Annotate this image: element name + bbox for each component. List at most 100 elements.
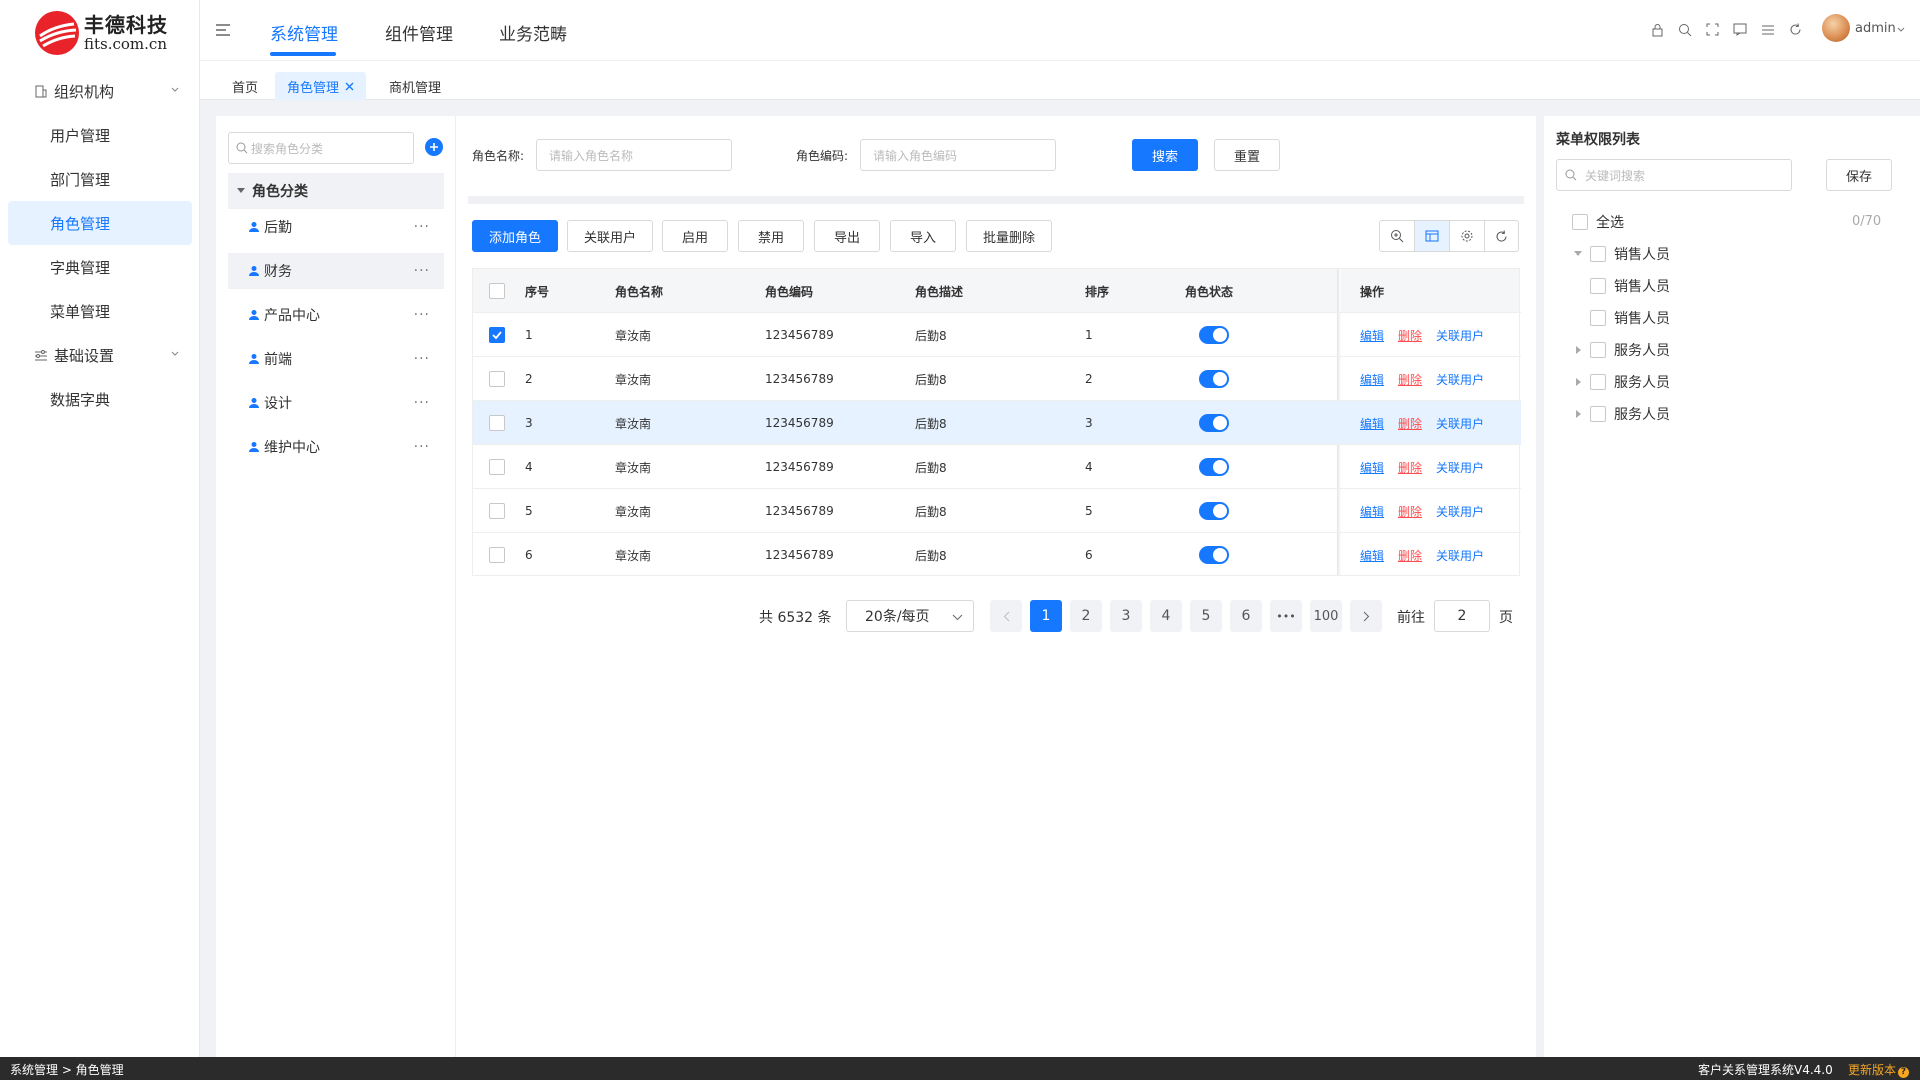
more-icon[interactable]: ··· (414, 219, 430, 235)
category-item[interactable]: 产品中心 ··· (228, 297, 444, 333)
delete-link[interactable]: 删除 (1398, 415, 1422, 432)
add-role-button[interactable]: 添加角色 (472, 220, 558, 252)
table-row[interactable]: 3 章汝南 123456789 后勤8 3 编辑 删除 关联用户 (473, 400, 1521, 444)
tree-node[interactable]: 服务人员 (1576, 372, 1670, 392)
disable-button[interactable]: 禁用 (738, 220, 804, 252)
select-all-checkbox[interactable] (489, 283, 505, 299)
reload-button[interactable] (1485, 221, 1518, 251)
add-category-icon[interactable] (425, 138, 443, 156)
tab-roles[interactable]: 角色管理 (275, 72, 367, 100)
link-users-link[interactable]: 关联用户 (1436, 459, 1484, 476)
page-button[interactable]: 4 (1150, 600, 1182, 632)
tree-checkbox[interactable] (1590, 406, 1606, 422)
tree-node[interactable]: 服务人员 (1576, 404, 1670, 424)
select-all-checkbox[interactable] (1572, 214, 1588, 230)
sidebar-item-users[interactable]: 用户管理 (8, 113, 192, 157)
page-button[interactable]: 6 (1230, 600, 1262, 632)
username[interactable]: admin (1855, 21, 1896, 36)
link-users-link[interactable]: 关联用户 (1436, 415, 1484, 432)
tree-checkbox[interactable] (1590, 374, 1606, 390)
row-checkbox[interactable] (489, 415, 505, 431)
tree-checkbox[interactable] (1590, 278, 1606, 294)
category-item[interactable]: 财务 ··· (228, 253, 444, 289)
close-icon[interactable] (345, 82, 354, 91)
delete-link[interactable]: 删除 (1398, 327, 1422, 344)
tab-opportunities[interactable]: 商机管理 (377, 72, 453, 100)
row-checkbox[interactable] (489, 547, 505, 563)
topnav-business[interactable]: 业务范畴 (499, 20, 567, 45)
column-settings-button[interactable] (1450, 221, 1485, 251)
status-toggle[interactable] (1199, 326, 1229, 344)
tree-node[interactable]: 服务人员 (1576, 340, 1670, 360)
category-item[interactable]: 维护中心 ··· (228, 429, 444, 465)
category-search-input[interactable]: 搜索角色分类 (228, 132, 414, 164)
sidebar-group-basic-settings[interactable]: 基础设置 (8, 333, 192, 377)
link-users-link[interactable]: 关联用户 (1436, 503, 1484, 520)
more-icon[interactable]: ··· (414, 395, 430, 411)
row-checkbox[interactable] (489, 327, 505, 343)
link-users-link[interactable]: 关联用户 (1436, 327, 1484, 344)
role-name-input[interactable]: 请输入角色名称 (536, 139, 732, 171)
delete-link[interactable]: 删除 (1398, 459, 1422, 476)
category-item[interactable]: 设计 ··· (228, 385, 444, 421)
edit-link[interactable]: 编辑 (1360, 547, 1384, 564)
edit-link[interactable]: 编辑 (1360, 415, 1384, 432)
page-button[interactable]: 1 (1030, 600, 1062, 632)
status-toggle[interactable] (1199, 414, 1229, 432)
search-button[interactable]: 搜索 (1132, 139, 1198, 171)
tab-home[interactable]: 首页 (220, 72, 270, 100)
settings-sliders-icon[interactable] (1761, 23, 1775, 36)
brand-logo[interactable]: 丰德科技 fits.com.cn (34, 10, 168, 56)
reset-button[interactable]: 重置 (1214, 139, 1280, 171)
tree-checkbox[interactable] (1590, 310, 1606, 326)
save-button[interactable]: 保存 (1826, 159, 1892, 191)
page-button[interactable]: 3 (1110, 600, 1142, 632)
sidebar-item-dictionary[interactable]: 字典管理 (8, 245, 192, 289)
tree-node[interactable]: 销售人员 (1590, 276, 1670, 296)
table-row[interactable]: 2 章汝南 123456789 后勤8 2 编辑 删除 关联用户 (473, 356, 1521, 400)
sidebar-group-org[interactable]: 组织机构 (8, 69, 192, 113)
page-ellipsis-button[interactable]: ••• (1270, 600, 1302, 632)
tree-checkbox[interactable] (1590, 342, 1606, 358)
page-button[interactable]: 5 (1190, 600, 1222, 632)
sidebar-item-departments[interactable]: 部门管理 (8, 157, 192, 201)
chevron-down-icon[interactable] (1897, 27, 1905, 33)
batch-delete-button[interactable]: 批量删除 (966, 220, 1052, 252)
message-icon[interactable] (1733, 23, 1747, 36)
category-root[interactable]: 角色分类 (228, 173, 444, 209)
more-icon[interactable]: ··· (414, 351, 430, 367)
topnav-system[interactable]: 系统管理 (270, 20, 338, 45)
fullscreen-icon[interactable] (1706, 23, 1719, 36)
search-icon[interactable] (1678, 23, 1692, 37)
prev-page-button[interactable] (990, 600, 1022, 632)
row-checkbox[interactable] (489, 371, 505, 387)
avatar[interactable] (1822, 14, 1850, 42)
table-layout-button[interactable] (1415, 221, 1450, 251)
table-row[interactable]: 6 章汝南 123456789 后勤8 6 编辑 删除 关联用户 (473, 532, 1521, 576)
next-page-button[interactable] (1350, 600, 1382, 632)
delete-link[interactable]: 删除 (1398, 371, 1422, 388)
import-button[interactable]: 导入 (890, 220, 956, 252)
page-size-select[interactable]: 20条/每页 (846, 600, 974, 632)
status-toggle[interactable] (1199, 370, 1229, 388)
sidebar-item-menus[interactable]: 菜单管理 (8, 289, 192, 333)
row-checkbox[interactable] (489, 459, 505, 475)
sidebar-item-data-dictionary[interactable]: 数据字典 (8, 377, 192, 421)
zoom-search-button[interactable] (1380, 221, 1415, 251)
more-icon[interactable]: ··· (414, 307, 430, 323)
tree-checkbox[interactable] (1590, 246, 1606, 262)
link-users-link[interactable]: 关联用户 (1436, 547, 1484, 564)
more-icon[interactable]: ··· (414, 263, 430, 279)
tree-node[interactable]: 销售人员 (1574, 244, 1670, 264)
table-row[interactable]: 1 章汝南 123456789 后勤8 1 编辑 删除 关联用户 (473, 312, 1521, 356)
edit-link[interactable]: 编辑 (1360, 371, 1384, 388)
page-button[interactable]: 2 (1070, 600, 1102, 632)
status-toggle[interactable] (1199, 458, 1229, 476)
lock-icon[interactable] (1651, 23, 1664, 37)
update-version-link[interactable]: 更新版本? (1848, 1061, 1910, 1078)
delete-link[interactable]: 删除 (1398, 503, 1422, 520)
category-item[interactable]: 后勤 ··· (228, 209, 444, 245)
export-button[interactable]: 导出 (814, 220, 880, 252)
tree-node[interactable]: 销售人员 (1590, 308, 1670, 328)
link-users-button[interactable]: 关联用户 (567, 220, 653, 252)
